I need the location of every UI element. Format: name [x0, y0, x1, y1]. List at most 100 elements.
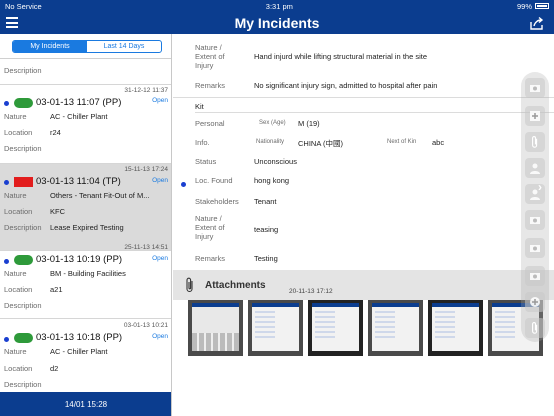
description-value: Lease Expired Testing [50, 223, 124, 232]
camera-icon[interactable] [525, 238, 545, 258]
attachments-header: Attachments 20-11-13 17:12 [173, 270, 554, 300]
remarks-value: No significant injury sign, admitted to … [254, 81, 438, 90]
remarks-label: Remarks [195, 81, 226, 90]
stakeholders-value: Tenant [254, 197, 277, 206]
camera-icon[interactable] [525, 266, 545, 286]
personal-label: Personal [195, 119, 225, 128]
location-value: KFC [50, 207, 65, 216]
info-label: Info. [195, 138, 210, 147]
location-value: r24 [50, 128, 61, 137]
unread-dot [4, 180, 9, 185]
nature-value: Others - Tenant Fit-Out of M... [50, 191, 150, 200]
description-label: Description [4, 144, 42, 153]
nature-extent-label: Nature / Extent of Injury [195, 43, 225, 70]
item-title: 03-01-13 11:04 (TP) [36, 176, 121, 187]
location-label: Location [4, 128, 33, 137]
unread-dot [4, 101, 9, 106]
location-label: Location [4, 285, 33, 294]
stakeholders-label: Stakeholders [195, 197, 239, 206]
next-of-kin-label: Next of Kin [387, 139, 417, 145]
sync-time-bar: 14/01 15:28 [0, 392, 171, 416]
unread-dot [4, 259, 9, 264]
item-title: 03-01-13 10:19 (PP) [36, 254, 123, 265]
nature-label: Nature [4, 191, 27, 200]
clock: 3:31 pm [265, 1, 293, 11]
person-icon[interactable] [525, 158, 545, 178]
paperclip-icon [186, 277, 193, 293]
attachment-thumbnail[interactable] [308, 300, 363, 356]
nature-value: BM - Building Facilities [50, 269, 126, 278]
item-title: 03-01-13 10:18 (PP) [36, 332, 123, 343]
priority-indicator [14, 255, 33, 265]
add-icon[interactable] [525, 106, 545, 126]
attachment-thumbnail[interactable] [428, 300, 483, 356]
description-label: Description [4, 301, 42, 310]
kit-label: Kit [195, 102, 204, 111]
priority-indicator [14, 177, 33, 187]
add-icon[interactable] [525, 292, 545, 312]
loc-found-value: hong kong [254, 176, 290, 185]
attachments-date: 20-11-13 17:12 [289, 288, 333, 295]
chevron-right-icon[interactable]: › [538, 180, 542, 194]
nature-value: AC - Chiller Plant [50, 347, 108, 356]
nature-extent-value: Hand injurd while lifting structural mat… [254, 52, 427, 61]
attachment-thumbnail[interactable] [248, 300, 303, 356]
remarks-value: Testing [254, 254, 278, 263]
status-value: Unconscious [254, 157, 297, 166]
attachment-thumbnail[interactable] [188, 300, 243, 356]
battery-indicator: 99% [517, 2, 549, 11]
status-label: Status [195, 157, 217, 166]
incident-list-pane: My Incidents Last 14 Days Description 31… [0, 34, 172, 416]
person-icon[interactable] [525, 184, 545, 204]
battery-percent: 99% [516, 1, 532, 11]
status-badge: Open [152, 177, 168, 184]
nationality-label: Nationality [256, 139, 285, 145]
battery-icon [535, 3, 549, 9]
floating-toolbar [521, 72, 549, 342]
sex-age-value: M (19) [298, 119, 320, 128]
camera-icon[interactable] [525, 78, 545, 98]
location-value: d2 [50, 364, 59, 373]
nature-value: AC - Chiller Plant [50, 112, 108, 121]
divider [0, 84, 171, 85]
share-icon[interactable] [530, 16, 544, 30]
item-timestamp: 25-11-13 14:51 [124, 244, 168, 251]
nature-label: Nature [4, 347, 27, 356]
location-label: Location [4, 364, 33, 373]
priority-indicator [14, 333, 33, 343]
status-badge: Open [152, 97, 168, 104]
nav-bar: My Incidents [0, 12, 554, 34]
divider [0, 58, 171, 59]
unread-dot [4, 337, 9, 342]
status-badge: Open [152, 255, 168, 262]
loc-found-label: Loc. Found [195, 176, 233, 185]
camera-icon[interactable] [525, 210, 545, 230]
item-timestamp: 03-01-13 10:21 [123, 322, 168, 329]
item-title: 03-01-13 11:07 (PP) [36, 97, 122, 108]
attachment-thumbnail[interactable] [368, 300, 423, 356]
priority-indicator [14, 98, 33, 108]
tab-my-incidents[interactable]: My Incidents [13, 41, 87, 52]
nationality-value: CHINA (中國) [298, 139, 343, 148]
location-label: Location [4, 207, 33, 216]
description-label: Description [4, 66, 42, 75]
location-value: a21 [50, 285, 63, 294]
divider [173, 97, 554, 98]
incident-detail-pane: Nature / Extent of Injury Hand injurd wh… [173, 34, 554, 416]
nature-label: Nature [4, 112, 27, 121]
marker-dot [181, 182, 186, 187]
tab-last-14-days[interactable]: Last 14 Days [87, 41, 161, 52]
next-of-kin-value: abc [432, 138, 445, 147]
item-timestamp: 31-12-12 11:37 [124, 87, 168, 94]
nature-extent-label: Nature / Extent of Injury [195, 214, 225, 241]
status-badge: Open [152, 333, 168, 340]
segmented-control: My Incidents Last 14 Days [12, 40, 162, 53]
divider [195, 112, 554, 113]
paperclip-icon[interactable] [525, 132, 545, 152]
attachments-title: Attachments [205, 280, 266, 291]
paperclip-icon[interactable] [525, 318, 545, 338]
status-bar: No Service 3:31 pm 99% [0, 0, 554, 12]
attachment-thumbnails [188, 300, 554, 356]
remarks-label: Remarks [195, 254, 226, 263]
carrier-label: No Service [5, 1, 42, 11]
